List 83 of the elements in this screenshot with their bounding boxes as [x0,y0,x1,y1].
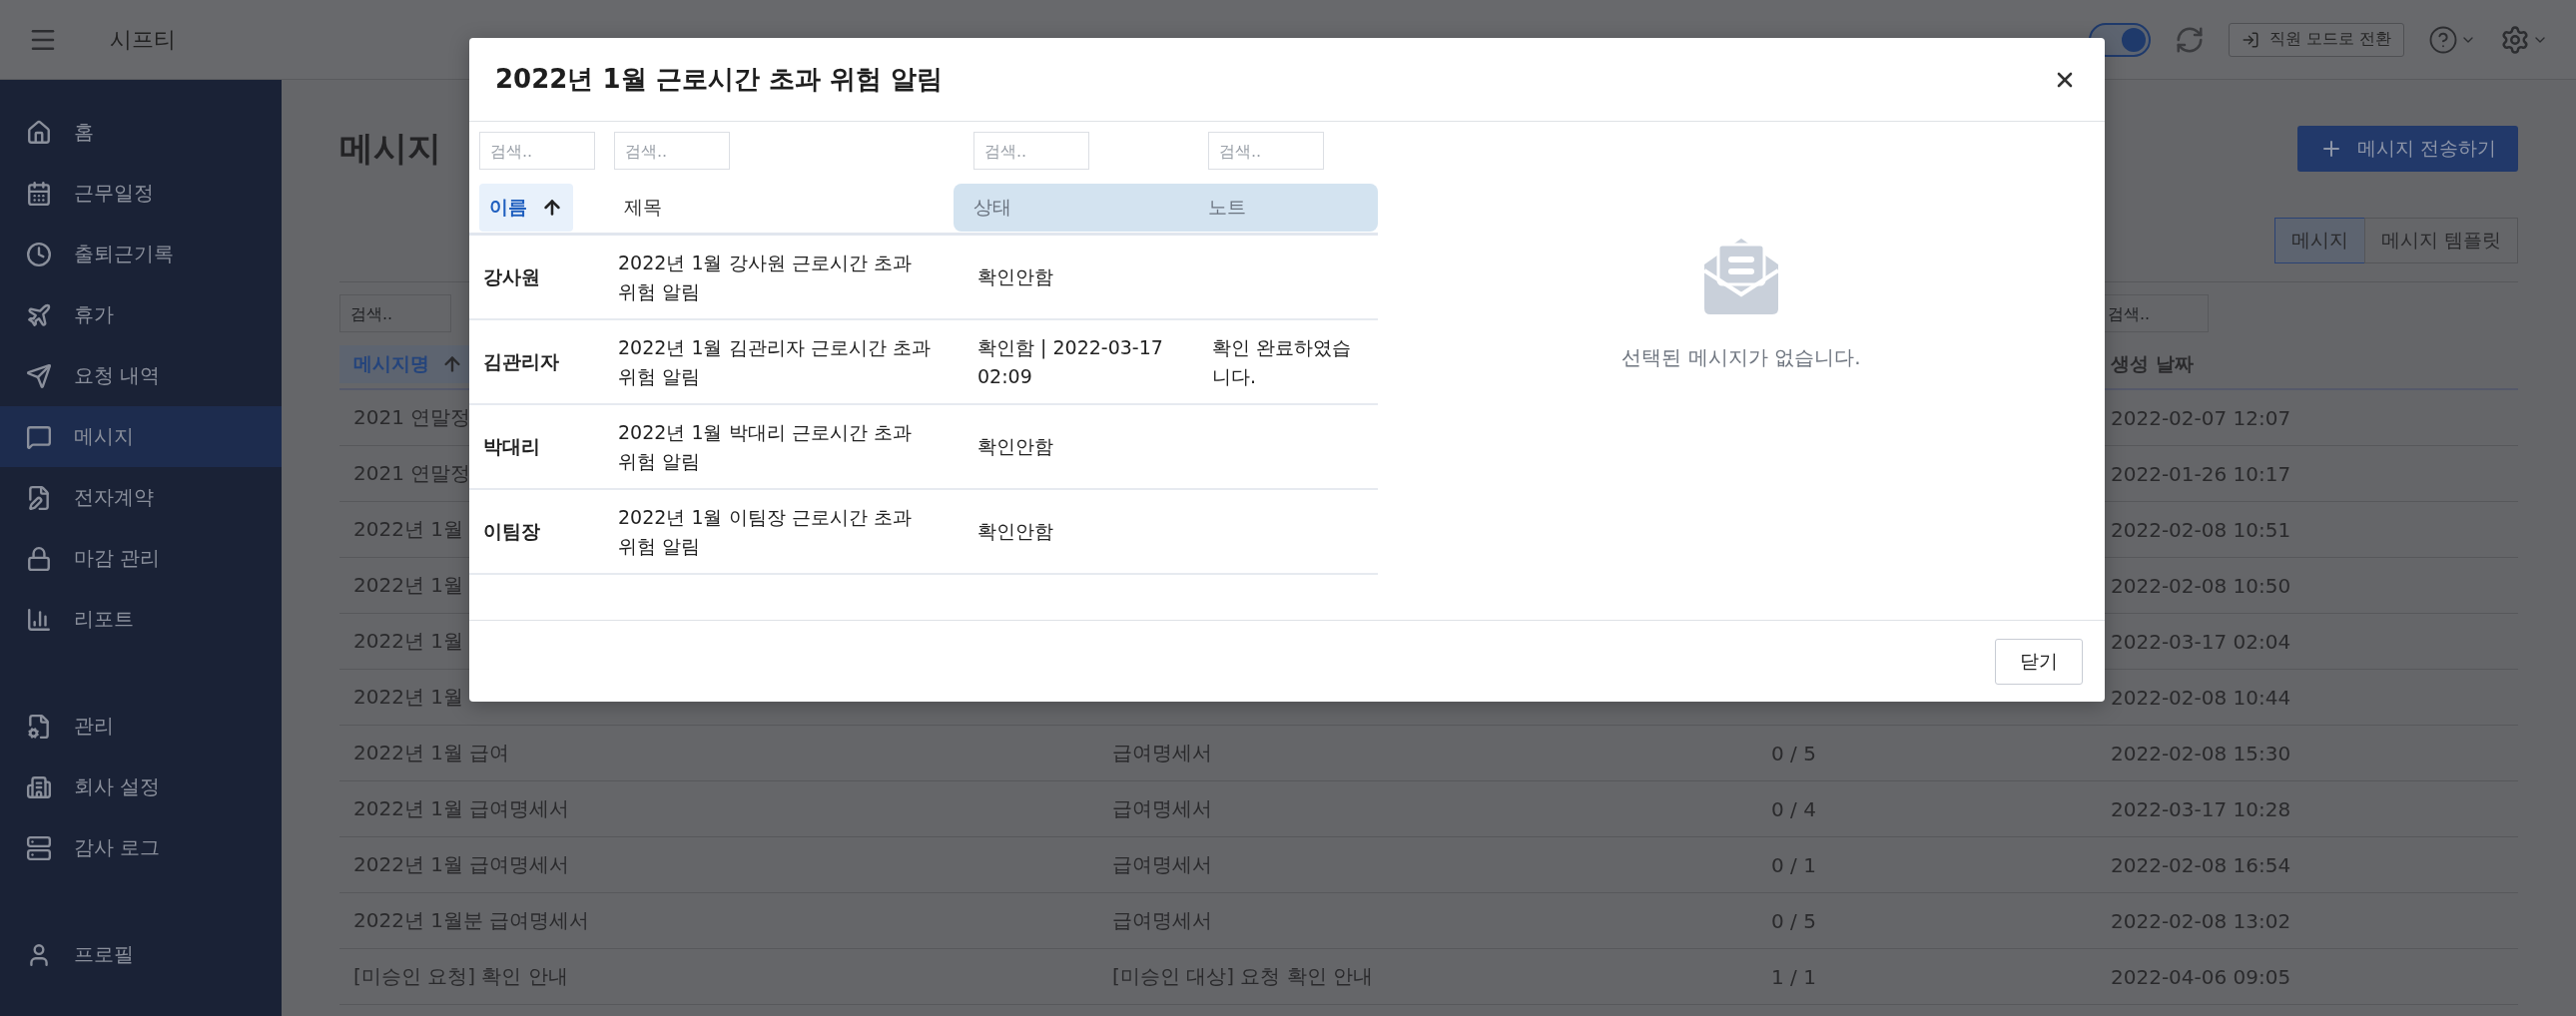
table-cell: 2022년 1월 급여명세서 [353,795,570,822]
table-cell-text: 2022년 1월 김관리자 근로시간 초과 위험 알림 [618,335,932,389]
table-cell: 급여명세서 [1112,907,1212,934]
table-cell-text: 강사원 [483,264,540,290]
home-icon [26,119,52,146]
tab[interactable]: 메시지 템플릿 [2363,218,2518,263]
column-header[interactable]: 이름 [479,184,573,232]
server-icon [26,834,52,861]
sidebar-item[interactable]: 프로필 [0,924,282,985]
table-cell: 2021 연말정 [353,460,471,487]
sidebar-item[interactable]: 마감 관리 [0,528,282,589]
table-cell-text: 김관리자 [483,349,559,375]
table-cell: [미승인 요청] 확인 안내 [353,963,568,990]
table-cell-text: 이팀장 [483,519,540,545]
table-cell: 2022-04-06 09:05 [2111,964,2291,989]
switch-mode-button[interactable]: 직원 모드로 전환 [2228,22,2404,57]
sidebar-item[interactable]: 감사 로그 [0,817,282,878]
table-cell: 2022-02-08 15:30 [2111,741,2291,765]
sidebar-item[interactable]: 회사 설정 [0,757,282,817]
table-cell: 급여명세서 [1112,851,1212,878]
sidebar-item[interactable]: 전자계약 [0,467,282,528]
arrow-up-icon [541,197,563,219]
table-cell-text: 확인안함 [977,264,1053,290]
table-cell: 2022년 1월 [353,628,463,655]
document-pen-icon [26,484,52,511]
calendar-icon [26,180,52,207]
table-cell: 2022-02-08 10:50 [2111,573,2291,598]
message-icon [26,423,52,450]
table-cell: 0 / 5 [1771,908,1816,933]
table-cell: 2022-02-08 13:02 [2111,908,2291,933]
sidebar-item[interactable]: 요청 내역 [0,345,282,406]
table-cell: 2022-02-08 10:44 [2111,685,2291,710]
airplane-icon [26,301,52,328]
document-gear-icon [26,713,52,740]
table-cell: 0 / 4 [1771,796,1816,821]
table-cell: 0 / 1 [1771,852,1816,877]
table-cell: 2022-03-17 10:28 [2111,796,2291,821]
table-cell-text: 확인안함 [977,519,1053,545]
sidebar-item[interactable]: 홈 [0,102,282,163]
building-icon [26,773,52,800]
table-cell: 2021 연말정 [353,404,471,431]
table-cell: 2022년 1월 급여명세서 [353,851,570,878]
lock-icon [26,545,52,572]
table-cell: 2022년 1월 [353,572,463,599]
table-cell-text: 확인함 | 2022-03-17 02:09 [977,335,1164,389]
table-cell: [미승인 대상] 요청 확인 안내 [1112,963,1374,990]
send-message-button[interactable]: 메시지 전송하기 [2296,126,2518,172]
modal-title: 2022년 1월 근로시간 초과 위험 알림 [495,63,943,96]
table-cell: 1 / 1 [1771,964,1816,989]
column-header[interactable]: 제목 [614,184,672,232]
close-button[interactable]: 닫기 [1995,638,2083,685]
sidebar-item[interactable]: 메시지 [0,406,282,467]
sidebar-item[interactable]: 관리 [0,696,282,757]
table-cell: 2022-02-08 16:54 [2111,852,2291,877]
table-cell: 2022-01-26 10:17 [2111,461,2291,486]
table-cell-text: 확인안함 [977,434,1053,460]
empty-message: 선택된 메시지가 없습니다. [1621,344,1861,371]
table-cell: 급여명세서 [1112,740,1212,766]
table-cell: 0 / 5 [1771,741,1816,765]
table-cell: 2022-02-07 12:07 [2111,405,2291,430]
app-name: 시프티 [110,25,176,54]
search-field[interactable]: 검색.. [339,294,451,332]
table-cell: 급여명세서 [1112,795,1212,822]
table-cell: 2022년 1월 급여 [353,740,510,766]
bar-chart-icon [26,606,52,633]
table-cell-text: 2022년 1월 강사원 근로시간 초과 위험 알림 [618,251,913,304]
table-cell-text: 2022년 1월 이팀장 근로시간 초과 위험 알림 [618,505,913,559]
table-cell-text: 박대리 [483,434,540,460]
enter-icon [2241,30,2259,49]
sidebar-item[interactable]: 근무일정 [0,163,282,224]
table-cell: 2022년 1월분 급여명세서 [353,907,590,934]
table-cell-text: 2022년 1월 박대리 근로시간 초과 위험 알림 [618,420,913,474]
table-cell-text: 확인 완료하였습니다. [1212,335,1353,389]
table-cell: 2022년 1월 [353,684,463,711]
paper-plane-icon [26,362,52,389]
sidebar-item[interactable]: 휴가 [0,284,282,345]
sidebar-item[interactable]: 출퇴근기록 [0,224,282,284]
table-cell: 2022-03-17 02:04 [2111,629,2291,654]
table-cell: 2022-02-08 10:51 [2111,517,2291,542]
table-cell: 2022년 1월 [353,516,463,543]
page-title: 메시지 [339,127,441,170]
clock-icon [26,241,52,267]
sidebar-item[interactable]: 리포트 [0,589,282,650]
